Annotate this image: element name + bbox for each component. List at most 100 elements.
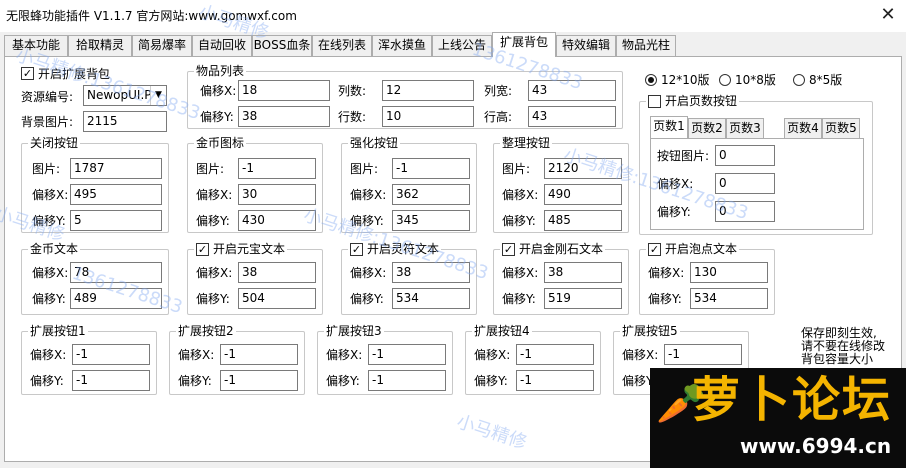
checkbox-icon[interactable]: ✓ [502,242,515,256]
bubble-title: 开启泡点文本 [665,242,738,256]
enable-bag-checkbox[interactable]: ✓ 开启扩展背包 [21,65,110,82]
colw-field[interactable]: 43 [528,80,616,101]
radio-12x10[interactable]: 12*10版 [645,71,710,88]
checkbox-icon[interactable]: ✓ [648,242,661,256]
tab-boss-hp[interactable]: BOSS血条 [252,35,312,56]
tab-page3[interactable]: 页数3 [726,118,764,138]
enhance-offy-field[interactable]: 345 [392,210,470,231]
tab-page1[interactable]: 页数1 [650,116,688,138]
goldtext-offx-field[interactable]: 78 [70,262,162,283]
sort-offy-field[interactable]: 485 [544,210,622,231]
radio-10x8-label: 10*8版 [735,73,776,87]
close-offx-field[interactable]: 495 [70,184,162,205]
yuanbao-offy-field[interactable]: 504 [238,288,316,309]
close-icon[interactable]: ✕ [876,4,900,26]
cols-field[interactable]: 12 [382,80,474,101]
bubble-offx-field[interactable]: 130 [690,262,768,283]
sort-offx-field[interactable]: 490 [544,184,622,205]
tab-pickup[interactable]: 拾取精灵 [68,35,132,56]
checkbox-icon[interactable] [648,94,661,108]
ext1-offy-field[interactable]: -1 [72,370,150,391]
diamond-toggle[interactable]: ✓ 开启金刚石文本 [500,242,606,256]
yuanbao-offx-field[interactable]: 38 [238,262,316,283]
tab-basic[interactable]: 基本功能 [4,35,68,56]
tab-effects[interactable]: 特效编辑 [556,35,616,56]
radio-icon[interactable] [645,73,657,86]
ext4-offy-field[interactable]: -1 [516,370,594,391]
close-offy-label: 偏移Y: [32,214,66,228]
rowh-field[interactable]: 43 [528,106,616,127]
tab-announce[interactable]: 上线公告 [432,35,492,56]
enhance-img-label: 图片: [350,162,379,176]
bubble-offy-label: 偏移Y: [648,292,682,306]
bg-img-field[interactable]: 2115 [83,111,167,132]
enhance-offx-field[interactable]: 362 [392,184,470,205]
radio-icon[interactable] [719,73,731,86]
tab-page4[interactable]: 页数4 [784,118,822,138]
checkbox-icon[interactable]: ✓ [21,67,34,80]
diamond-offy-field[interactable]: 519 [544,288,622,309]
res-id-select[interactable]: NewopUI.Pak ▼ [83,85,167,106]
yuanbao-toggle[interactable]: ✓ 开启元宝文本 [194,242,288,256]
page-offy-field[interactable]: 0 [715,201,775,222]
colw-label: 列宽: [484,84,513,98]
item-offy-field[interactable]: 38 [238,106,330,127]
chevron-down-icon[interactable]: ▼ [150,86,166,105]
tab-item-beam[interactable]: 物品光柱 [616,35,676,56]
goldtext-offx-label: 偏移X: [32,266,69,280]
rows-field[interactable]: 10 [382,106,474,127]
radio-10x8[interactable]: 10*8版 [719,71,776,88]
lingfu-offx-field[interactable]: 38 [392,262,470,283]
forum-logo: 🥕 萝卜论坛 www.6994.cn [650,368,906,468]
ext3-offy-field[interactable]: -1 [368,370,446,391]
tab-recycle[interactable]: 自动回收 [192,35,252,56]
radio-icon[interactable] [793,73,805,86]
gold-offx-field[interactable]: 30 [238,184,316,205]
ext2-offx-field[interactable]: -1 [220,344,298,365]
close-img-field[interactable]: 1787 [70,158,162,179]
ext-btn5-title: 扩展按钮5 [620,324,680,338]
tab-ext-bag[interactable]: 扩展背包 [492,32,556,57]
lingfu-toggle[interactable]: ✓ 开启灵符文本 [348,242,442,256]
page-btn-toggle[interactable]: 开启页数按钮 [646,94,740,108]
close-offx-label: 偏移X: [32,188,69,202]
gold-img-field[interactable]: -1 [238,158,316,179]
diamond-offx-field[interactable]: 38 [544,262,622,283]
logo-url: www.6994.cn [740,434,892,458]
lingfu-offy-field[interactable]: 534 [392,288,470,309]
bubble-toggle[interactable]: ✓ 开启泡点文本 [646,242,740,256]
ext2-offy-field[interactable]: -1 [220,370,298,391]
goldtext-offy-field[interactable]: 489 [70,288,162,309]
item-offx-field[interactable]: 18 [238,80,330,101]
ext-btn1-title: 扩展按钮1 [28,324,88,338]
gold-img-label: 图片: [196,162,225,176]
tab-bar: 基本功能 拾取精灵 简易爆率 自动回收 BOSS血条 在线列表 浑水摸鱼 上线公… [0,32,906,57]
page-img-field[interactable]: 0 [715,145,775,166]
tab-fishing[interactable]: 浑水摸鱼 [372,35,432,56]
close-img-label: 图片: [32,162,61,176]
ext1-offx-field[interactable]: -1 [72,344,150,365]
res-id-label: 资源编号: [21,90,74,104]
rowh-label: 行高: [484,110,513,124]
checkbox-icon[interactable]: ✓ [196,242,209,256]
ext3-offx-field[interactable]: -1 [368,344,446,365]
radio-8x5[interactable]: 8*5版 [793,71,842,88]
item-offx-label: 偏移X: [200,84,237,98]
enhance-img-field[interactable]: -1 [392,158,470,179]
bubble-offy-field[interactable]: 534 [690,288,768,309]
tab-page2[interactable]: 页数2 [688,118,726,138]
gold-offy-field[interactable]: 430 [238,210,316,231]
ext4-offy-label: 偏移Y: [474,374,508,388]
tab-online-list[interactable]: 在线列表 [312,35,372,56]
tab-droprate[interactable]: 简易爆率 [132,35,192,56]
close-offy-field[interactable]: 5 [70,210,162,231]
bubble-text-group: ✓ 开启泡点文本 偏移X: 130 偏移Y: 534 [639,242,775,315]
ext-btn2-group: 扩展按钮2 偏移X: -1 偏移Y: -1 [169,324,305,395]
ext3-offx-label: 偏移X: [326,348,363,362]
sort-img-field[interactable]: 2120 [544,158,622,179]
ext4-offx-field[interactable]: -1 [516,344,594,365]
tab-page5[interactable]: 页数5 [822,118,860,138]
ext5-offx-field[interactable]: -1 [664,344,742,365]
page-offx-field[interactable]: 0 [715,173,775,194]
checkbox-icon[interactable]: ✓ [350,242,363,256]
